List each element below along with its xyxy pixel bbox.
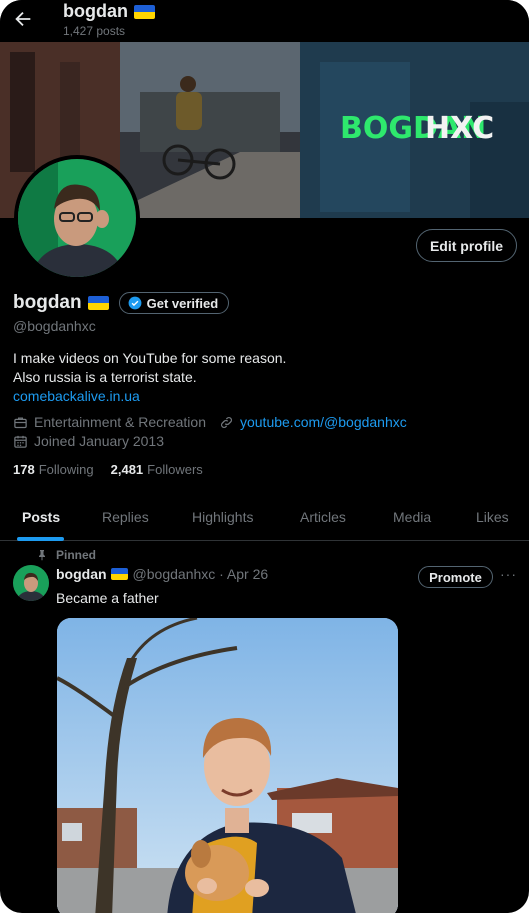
tab-highlights[interactable]: Highlights bbox=[192, 509, 253, 525]
post-text: Became a father bbox=[56, 590, 159, 606]
pin-icon bbox=[39, 550, 45, 561]
profile-tabs: Posts Replies Highlights Articles Media … bbox=[0, 496, 529, 541]
get-verified-button[interactable]: Get verified bbox=[118, 292, 230, 314]
verified-badge-icon bbox=[128, 296, 142, 310]
promote-button[interactable]: Promote bbox=[418, 566, 493, 588]
tab-posts[interactable]: Posts bbox=[22, 509, 60, 525]
bio-line: I make videos on YouTube for some reason… bbox=[13, 350, 287, 366]
active-tab-indicator bbox=[17, 537, 64, 541]
tab-media[interactable]: Media bbox=[393, 509, 431, 525]
following-link[interactable]: 178 Following bbox=[13, 462, 94, 477]
arrow-left-icon[interactable] bbox=[12, 8, 34, 30]
profile-category: Entertainment & Recreation bbox=[34, 414, 206, 430]
profile-screen: bogdan 1,427 posts BOGDAN HXC Edit profi… bbox=[0, 0, 529, 913]
pinned-label: Pinned bbox=[56, 548, 97, 562]
following-label: Following bbox=[38, 462, 94, 477]
post-handle-date[interactable]: @bogdanhxc · Apr 26 bbox=[133, 566, 269, 582]
profile-bio: I make videos on YouTube for some reason… bbox=[13, 349, 286, 406]
followers-count: 2,481 bbox=[110, 462, 144, 477]
bio-link[interactable]: comebackalive.in.ua bbox=[13, 387, 286, 406]
post-author-avatar[interactable] bbox=[13, 565, 49, 601]
post-photo[interactable] bbox=[57, 618, 398, 913]
followers-link[interactable]: 2,481 Followers bbox=[111, 462, 203, 477]
ukraine-flag-icon bbox=[134, 4, 155, 19]
profile-joined-date: Joined January 2013 bbox=[34, 433, 164, 449]
link-icon bbox=[221, 416, 232, 428]
ukraine-flag-icon bbox=[87, 296, 109, 310]
following-count: 178 bbox=[13, 462, 35, 477]
profile-avatar[interactable] bbox=[14, 155, 140, 281]
profile-display-name: bogdan bbox=[13, 292, 82, 313]
followers-label: Followers bbox=[147, 462, 203, 477]
edit-profile-button[interactable]: Edit profile bbox=[416, 229, 517, 262]
profile-meta-row: Joined January 2013 bbox=[13, 433, 164, 449]
profile-name-row: bogdan Get verified bbox=[13, 292, 230, 314]
profile-meta-row: Entertainment & Recreation youtube.com/@… bbox=[13, 414, 407, 430]
get-verified-label: Get verified bbox=[146, 295, 219, 311]
briefcase-icon bbox=[14, 417, 27, 428]
post-header: bogdan @bogdanhxc · Apr 26 bbox=[56, 566, 268, 582]
profile-website-link[interactable]: youtube.com/@bogdanhxc bbox=[240, 414, 407, 430]
profile-handle: @bogdanhxc bbox=[13, 318, 96, 334]
header-title: bogdan bbox=[63, 1, 155, 22]
pinned-indicator: Pinned bbox=[36, 548, 96, 562]
header-name: bogdan bbox=[63, 1, 128, 21]
more-options-icon[interactable]: ··· bbox=[500, 566, 517, 582]
post-author-name[interactable]: bogdan bbox=[56, 566, 107, 582]
tab-replies[interactable]: Replies bbox=[102, 509, 149, 525]
top-bar: bogdan 1,427 posts bbox=[0, 0, 529, 42]
follow-stats: 178 Following 2,481 Followers bbox=[13, 462, 220, 477]
ukraine-flag-icon bbox=[110, 568, 128, 580]
svg-text:HXC: HXC bbox=[425, 111, 494, 146]
calendar-icon bbox=[14, 435, 27, 448]
tab-likes[interactable]: Likes bbox=[476, 509, 509, 525]
header-post-count: 1,427 posts bbox=[63, 24, 126, 38]
tab-articles[interactable]: Articles bbox=[300, 509, 346, 525]
bio-line: Also russia is a terrorist state. bbox=[13, 369, 197, 385]
